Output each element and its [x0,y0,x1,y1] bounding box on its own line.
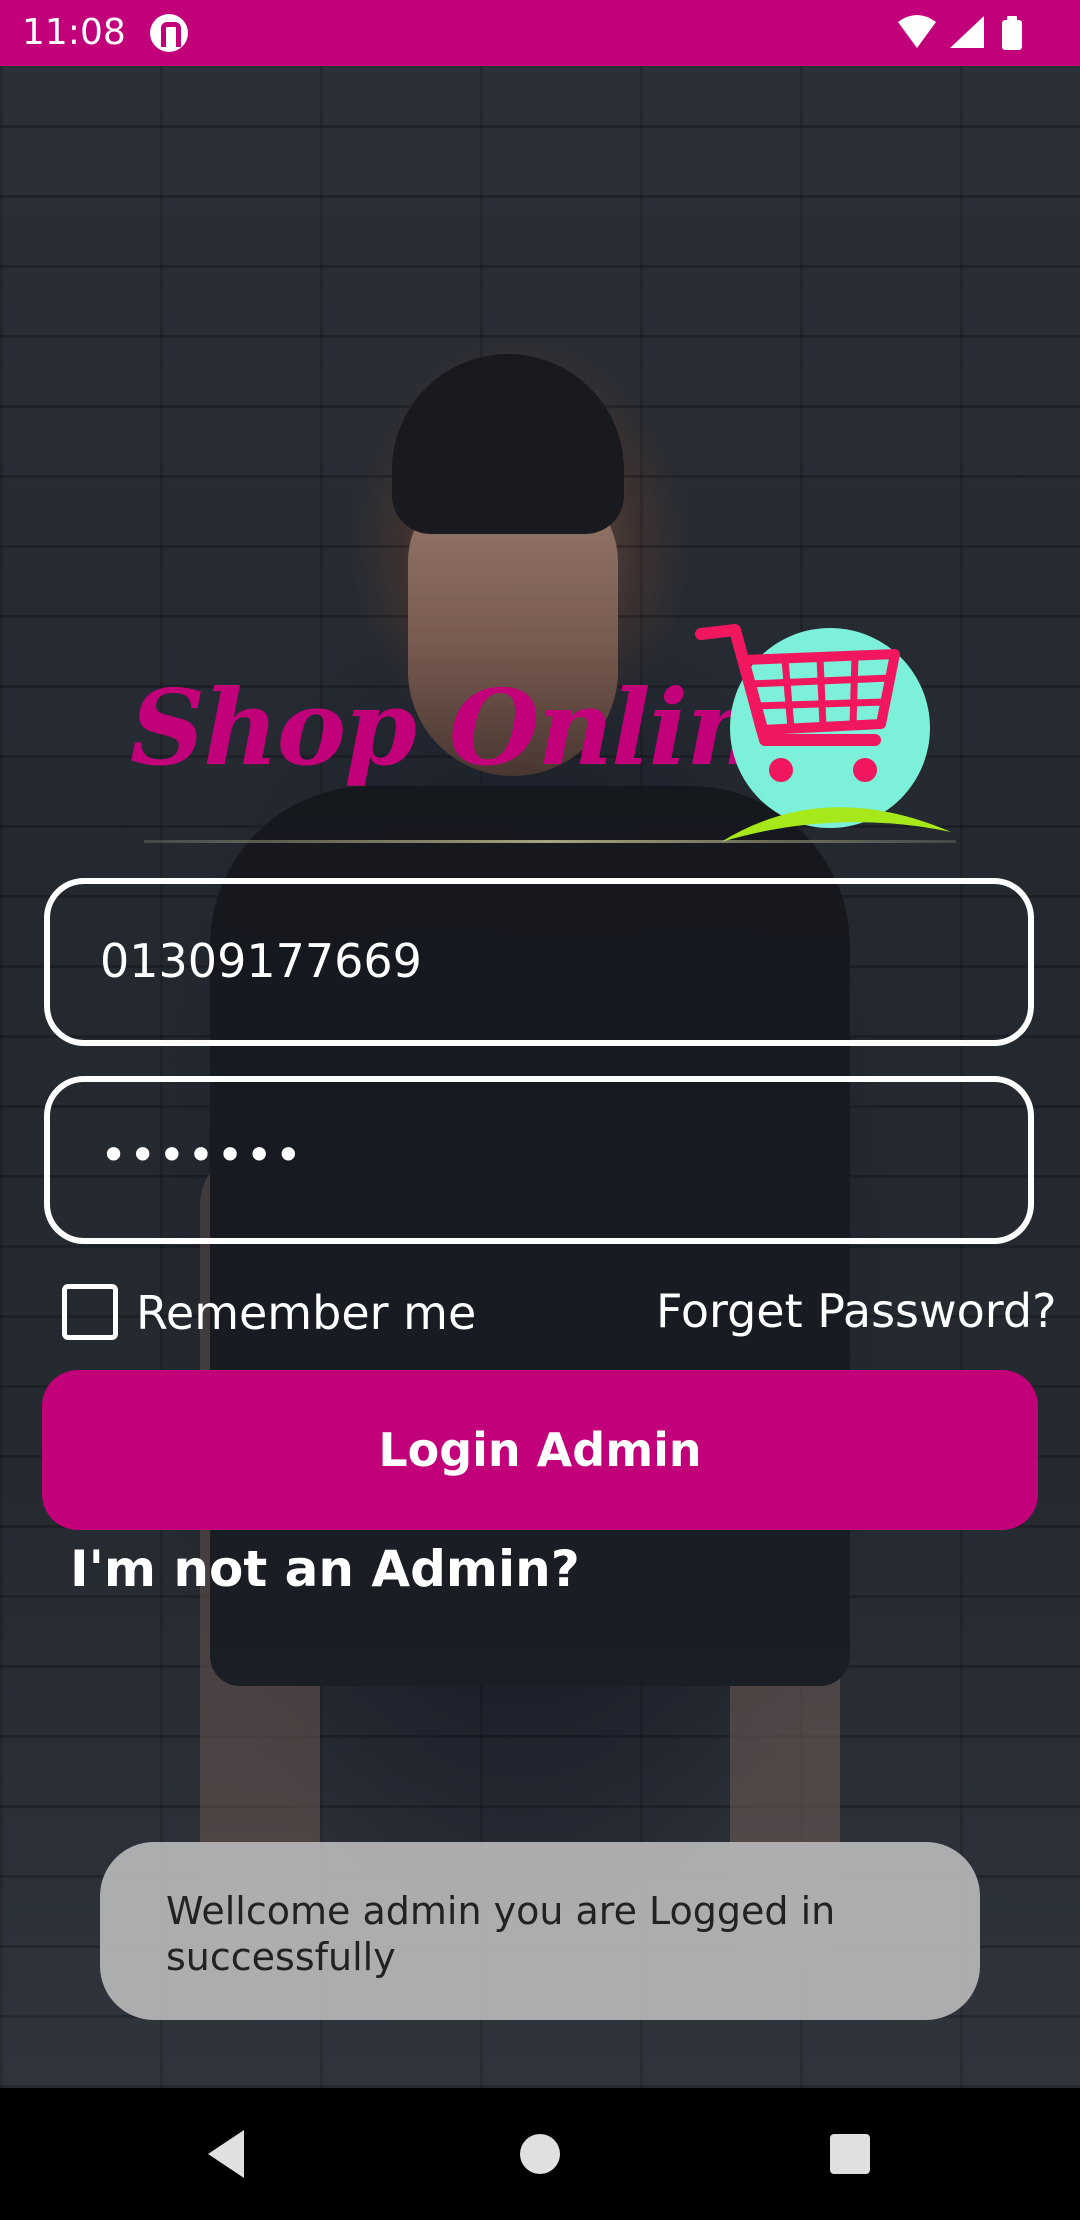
password-input-value: ••••••• [100,1128,304,1182]
recents-icon[interactable] [830,2134,870,2174]
login-admin-button[interactable]: Login Admin [42,1370,1038,1530]
remember-me-label: Remember me [136,1286,477,1340]
home-icon[interactable] [520,2134,560,2174]
toast-message: Wellcome admin you are Logged in success… [100,1842,980,2020]
status-time: 11:08 [22,12,126,53]
logo-underline [144,840,956,843]
status-icons [898,14,1058,52]
phone-input-value: 01309177669 [100,934,422,988]
navigation-bar [0,2088,1080,2220]
back-icon[interactable] [204,2128,248,2180]
battery-icon [1002,16,1022,50]
shopping-cart-icon [695,624,900,782]
not-admin-link[interactable]: I'm not an Admin? [70,1540,580,1598]
password-input[interactable]: ••••••• [44,1076,1034,1244]
wifi-icon [898,15,936,48]
toast-text: Wellcome admin you are Logged in success… [166,1889,836,1979]
forgot-password-link[interactable]: Forget Password? [656,1284,1057,1338]
signal-icon [950,16,984,48]
checkbox-icon[interactable] [62,1284,118,1340]
phone-input[interactable]: 01309177669 [44,878,1034,1046]
app-logo: Shop Online [130,624,960,848]
pocket-icon [150,14,188,52]
status-bar: 11:08 [0,0,1080,66]
